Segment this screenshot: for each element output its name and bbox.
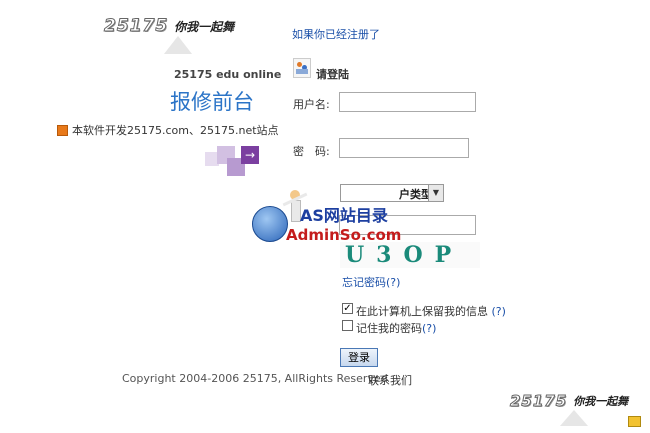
remember-info-checkbox[interactable]: ✓ (342, 303, 353, 314)
remember-info-row: 在此计算机上保留我的信息 (?) (356, 303, 506, 319)
username-input[interactable] (339, 92, 476, 112)
password-input[interactable] (339, 138, 469, 158)
dev-note: 本软件开发25175.com、25175.net站点 (57, 122, 279, 138)
watermark-line1: AS网站目录 (300, 206, 388, 225)
forgot-help[interactable]: (?) (386, 276, 400, 289)
watermark-line2: AdminSo.com (286, 226, 402, 244)
dropdown-arrow-icon[interactable]: ▼ (428, 185, 443, 201)
remember-password-label[interactable]: 记住我的密码 (356, 322, 422, 335)
dev-note-text: 本软件开发25175.com、25175.net站点 (72, 124, 279, 137)
subtitle: 25175 edu online (174, 68, 282, 81)
chat-icon (628, 416, 641, 427)
remember-password-row: 记住我的密码(?) (356, 320, 436, 336)
logo-slogan: 你我一起舞 (174, 19, 235, 34)
login-button[interactable]: 登录 (340, 348, 378, 367)
logo-number: 25175 (103, 16, 169, 37)
remember-password-checkbox[interactable] (342, 320, 353, 331)
logo-triangle-icon (164, 36, 192, 54)
remember-info-label[interactable]: 在此计算机上保留我的信息 (356, 305, 488, 318)
bottom-logo-slogan: 你我一起舞 (573, 395, 629, 408)
password-label: 密 码: (293, 145, 330, 158)
registered-link[interactable]: 如果你已经注册了 (292, 26, 380, 42)
info-icon (57, 124, 68, 136)
bottom-logo-number: 25175 (509, 392, 568, 411)
copyright: Copyright 2004-2006 25175, AllRights Res… (122, 372, 388, 385)
forgot-password-row: 忘记密码(?) (342, 274, 400, 290)
remember-password-help[interactable]: (?) (422, 322, 436, 335)
decorative-squares-icon: → (205, 146, 261, 176)
bottom-logo: 25175 你我一起舞 (509, 392, 629, 411)
login-heading: 请登陆 (316, 68, 349, 81)
top-logo: 25175 你我一起舞 (103, 16, 235, 37)
username-label: 用户名: (293, 98, 330, 111)
remember-info-help[interactable]: (?) (492, 305, 506, 318)
forgot-password-link[interactable]: 忘记密码 (342, 276, 386, 289)
contact-link[interactable]: 联系我们 (368, 372, 412, 388)
user-icon (293, 58, 311, 78)
page-title: 报修前台 (170, 90, 254, 114)
watermark: AS网站目录 AdminSo.com (250, 186, 410, 250)
bottom-logo-triangle-icon (560, 410, 588, 426)
